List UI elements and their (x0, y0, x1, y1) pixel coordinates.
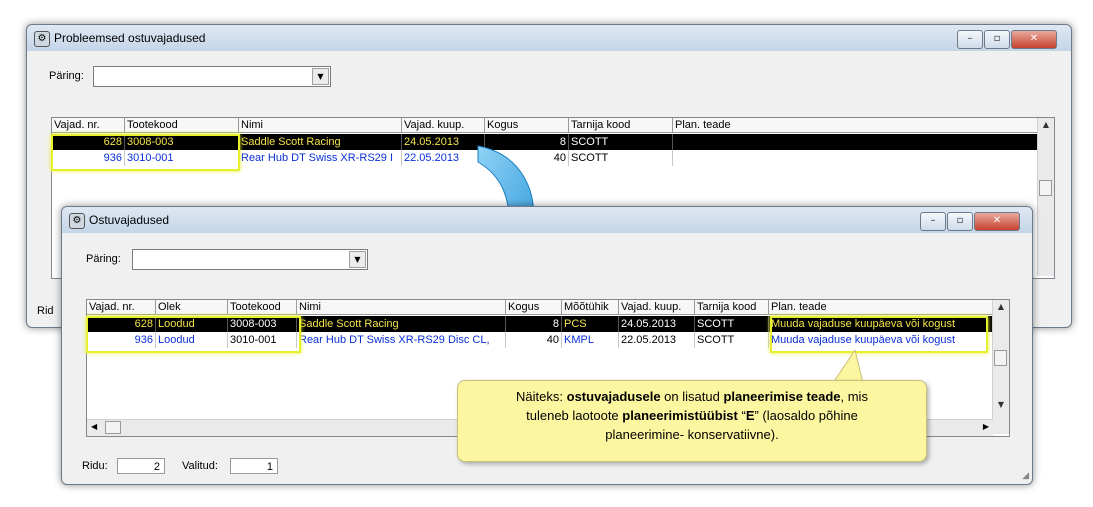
vertical-scrollbar[interactable]: ▲ (1037, 118, 1054, 276)
col-header[interactable]: Vajad. kuup. (619, 300, 695, 315)
col-header[interactable]: Nimi (239, 118, 402, 133)
col-header[interactable]: Plan. teade (769, 300, 993, 315)
status-rows-label: Ridu: (82, 460, 108, 472)
callout-bold: planeerimistüübist (622, 408, 738, 423)
status-rows-label: Rid (37, 305, 54, 317)
col-header[interactable]: Tarnija kood (695, 300, 769, 315)
callout-text: , mis (840, 389, 868, 404)
callout-bold: ostuvajadusele (566, 389, 661, 404)
scroll-thumb[interactable] (994, 350, 1007, 366)
query-combobox[interactable]: ▼ (93, 66, 331, 87)
minimize-button[interactable]: – (957, 30, 983, 49)
cell-name: Saddle Scott Racing (239, 134, 402, 150)
col-header[interactable]: Olek (156, 300, 228, 315)
query-label: Päring: (49, 70, 84, 82)
close-button[interactable]: ✕ (1011, 30, 1057, 49)
app-icon: ⚙ (69, 213, 85, 229)
status-selected-label: Valitud: (182, 460, 218, 472)
window-title: Ostuvajadused (89, 213, 170, 227)
cell-unit: PCS (562, 316, 619, 332)
cell-plan (673, 134, 1038, 150)
highlight-box (770, 316, 988, 353)
maximize-button[interactable]: ▫ (984, 30, 1010, 49)
col-header[interactable]: Mõõtühik (562, 300, 619, 315)
cell-date: 24.05.2013 (619, 316, 695, 332)
query-label: Päring: (86, 253, 121, 265)
vertical-scrollbar[interactable]: ▲ ▼ (992, 300, 1009, 434)
callout-line-3: planeerimine- konservatiivne). (605, 427, 779, 442)
cell-supplier: SCOTT (695, 316, 769, 332)
col-header[interactable]: Kogus (485, 118, 569, 133)
cell-unit: KMPL (562, 332, 619, 348)
scroll-left-icon[interactable]: ◀ (91, 422, 97, 431)
scroll-right-icon[interactable]: ▶ (983, 422, 989, 431)
callout-pointer (832, 350, 864, 384)
maximize-button[interactable]: ▫ (947, 212, 973, 231)
callout-text: tuleneb laotoote (526, 408, 623, 423)
col-header[interactable]: Tarnija kood (569, 118, 673, 133)
cell-date: 22.05.2013 (619, 332, 695, 348)
cell-supplier: SCOTT (695, 332, 769, 348)
scroll-hthumb[interactable] (105, 421, 121, 434)
cell-name: Saddle Scott Racing (297, 316, 506, 332)
query-combobox[interactable]: ▼ (132, 249, 368, 270)
cell-name: Rear Hub DT Swiss XR-RS29 I (239, 150, 402, 166)
cell-supplier: SCOTT (569, 150, 673, 166)
close-button[interactable]: ✕ (974, 212, 1020, 231)
callout-text: ” (laosaldo põhine (754, 408, 858, 423)
minimize-button[interactable]: – (920, 212, 946, 231)
callout-note: Näiteks: ostuvajadusele on lisatud plane… (457, 380, 927, 462)
callout-line-1: Näiteks: ostuvajadusele on lisatud plane… (458, 387, 926, 406)
window-title: Probleemsed ostuvajadused (54, 31, 206, 45)
col-header[interactable]: Vajad. nr. (87, 300, 156, 315)
resize-grip-icon[interactable]: ◢ (1022, 471, 1029, 481)
chevron-down-icon[interactable]: ▼ (312, 68, 329, 85)
col-header[interactable]: Plan. teade (673, 118, 1038, 133)
col-header[interactable]: Nimi (297, 300, 506, 315)
cell-qty: 8 (506, 316, 562, 332)
callout-text: “ (737, 408, 746, 423)
scroll-up-icon[interactable]: ▲ (1038, 120, 1054, 129)
cell-supplier: SCOTT (569, 134, 673, 150)
app-icon: ⚙ (34, 31, 50, 47)
callout-text: on lisatud (660, 389, 724, 404)
cell-name: Rear Hub DT Swiss XR-RS29 Disc CL, (297, 332, 506, 348)
callout-bold: planeerimise teade (723, 389, 841, 404)
callout-line-2: tuleneb laotoote planeerimistüübist “E” … (458, 406, 926, 425)
status-selected-value: 1 (230, 458, 278, 474)
cell-plan (673, 150, 1038, 166)
col-header[interactable]: Kogus (506, 300, 562, 315)
col-header[interactable]: Vajad. nr. (52, 118, 125, 133)
cell-qty: 40 (506, 332, 562, 348)
scroll-up-icon[interactable]: ▲ (993, 302, 1009, 311)
scroll-thumb[interactable] (1039, 180, 1052, 196)
chevron-down-icon[interactable]: ▼ (349, 251, 366, 268)
scroll-down-icon[interactable]: ▼ (993, 400, 1009, 409)
col-header[interactable]: Tootekood (228, 300, 297, 315)
col-header[interactable]: Tootekood (125, 118, 239, 133)
callout-text: Näiteks: (516, 389, 567, 404)
front-window-titlebar[interactable]: ⚙ Ostuvajadused – ▫ ✕ (62, 207, 1032, 233)
highlight-box (86, 316, 301, 353)
status-rows-value: 2 (117, 458, 165, 474)
col-header[interactable]: Vajad. kuup. (402, 118, 485, 133)
back-window-titlebar[interactable]: ⚙ Probleemsed ostuvajadused – ▫ ✕ (27, 25, 1071, 51)
highlight-box (51, 134, 240, 171)
